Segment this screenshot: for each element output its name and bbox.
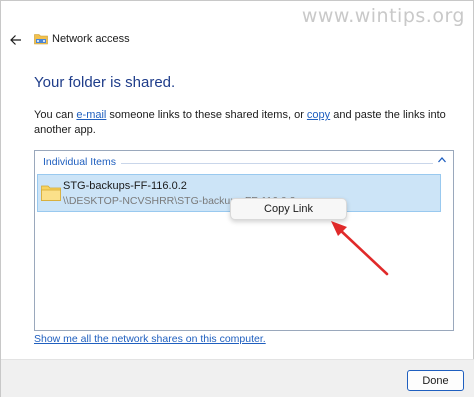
description-text: someone links to these shared items, or [106,109,307,121]
network-access-window: www.wintips.org Network access Your fold… [0,0,474,397]
copy-link-menu-item[interactable]: Copy Link [231,199,346,219]
shared-items-list[interactable]: Individual Items STG-backups-FF-116.0.2 … [34,150,454,331]
context-menu: Copy Link [230,198,347,220]
share-description: You can e-mail someone links to these sh… [34,108,454,138]
description-text: You can [34,109,77,121]
footer-bar [1,359,474,397]
back-button[interactable] [7,31,25,49]
page-heading: Your folder is shared. [34,74,176,91]
group-header: Individual Items [43,156,116,168]
group-divider [121,163,433,164]
item-name: STG-backups-FF-116.0.2 [63,180,187,192]
network-folder-icon [34,34,48,45]
watermark: www.wintips.org [301,5,465,27]
chevron-up-icon[interactable] [437,155,447,165]
copy-link[interactable]: copy [307,109,330,121]
window-title: Network access [52,33,130,45]
done-button[interactable]: Done [407,370,464,391]
show-network-shares-link[interactable]: Show me all the network shares on this c… [34,333,266,345]
email-link[interactable]: e-mail [76,109,106,121]
back-arrow-icon [10,35,21,45]
folder-icon [41,185,61,201]
